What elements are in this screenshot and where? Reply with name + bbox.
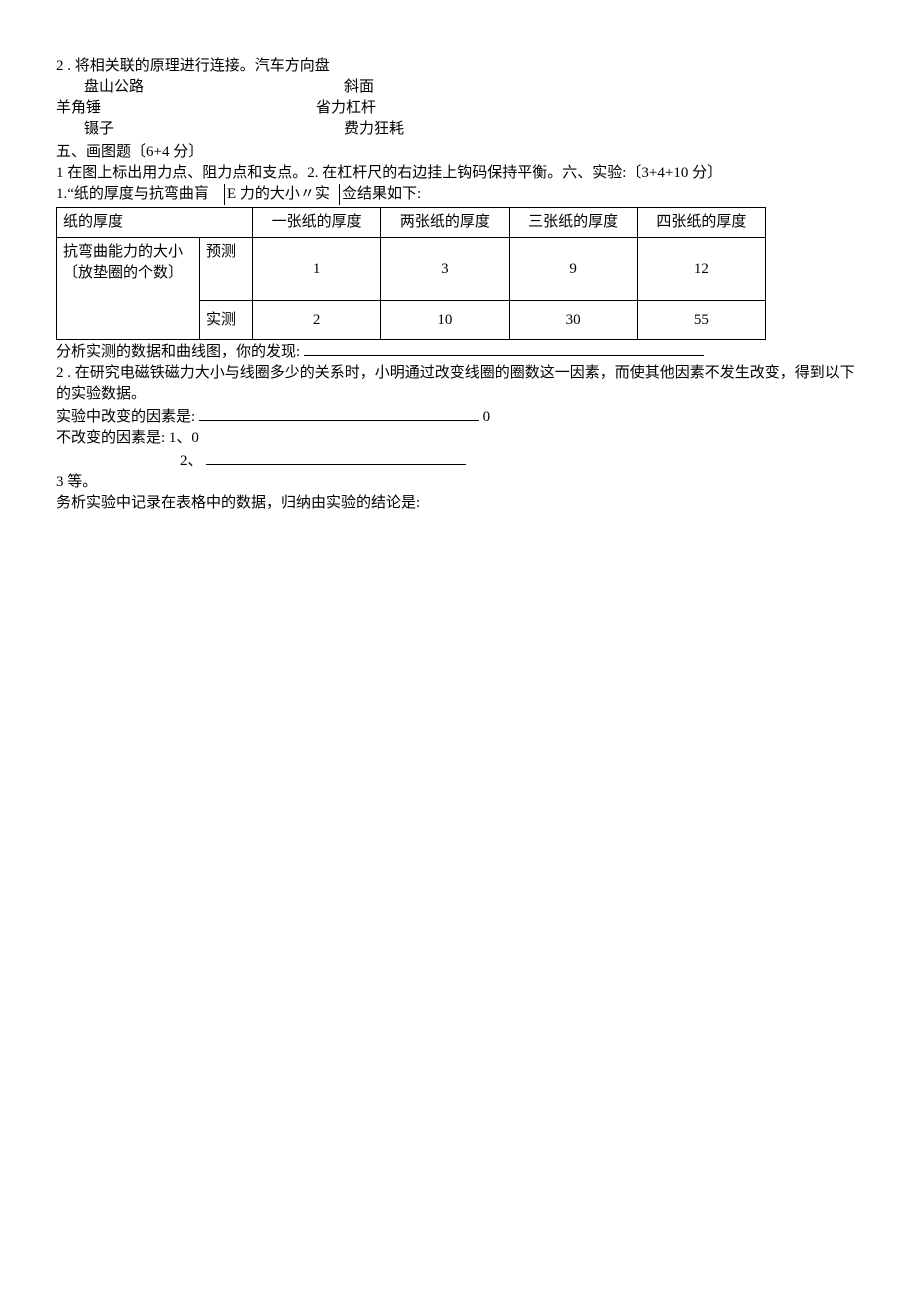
line-3: 3 等。 — [56, 472, 864, 493]
intro-part-c: 佥结果如下: — [340, 184, 421, 205]
table-row: 抗弯曲能力的大小〔放垫圈的个数〕 预测 1 3 9 12 — [57, 238, 766, 301]
section-5-q1: 1 在图上标出用力点、阻力点和支点。2. 在杠杆尺的右边挂上钩码保持平衡。六、实… — [56, 163, 864, 184]
data-cell: 10 — [381, 301, 509, 340]
experiment-1-intro: 1.“纸的厚度与抗弯曲肓 E 力的大小〃实 佥结果如下: — [56, 184, 864, 205]
data-cell: 1 — [253, 238, 381, 301]
section-5-title: 五、画图题〔6+4 分〕 — [56, 142, 864, 163]
pair-row: 羊角锤 省力杠杆 — [56, 98, 864, 119]
pair-left: 羊角锤 — [56, 98, 316, 119]
unchanged-factor-line: 不改变的因素是: 1、0 — [56, 428, 864, 449]
data-cell: 55 — [637, 301, 765, 340]
blank-line[interactable] — [206, 449, 466, 465]
analysis-line: 分析实测的数据和曲线图，你的发现: — [56, 340, 864, 363]
conclusion-line: 务析实验中记录在表格中的数据，归纳由实验的结论是: — [56, 493, 864, 514]
blank-line[interactable] — [199, 405, 479, 421]
question-2-intro: 2 . 将相关联的原理进行连接。汽车方向盘 — [56, 56, 864, 77]
data-cell: 3 — [381, 238, 509, 301]
header-cell: 一张纸的厚度 — [253, 208, 381, 238]
pair-left: 镊子 — [56, 119, 344, 140]
predict-label-cell: 预测 — [200, 238, 253, 301]
pair-left: 盘山公路 — [56, 77, 344, 98]
header-cell: 四张纸的厚度 — [637, 208, 765, 238]
pair-row: 盘山公路 斜面 — [56, 77, 864, 98]
changed-tail: 0 — [483, 409, 491, 425]
blank-line[interactable] — [304, 340, 704, 356]
changed-factor-line: 实验中改变的因素是: 0 — [56, 405, 864, 428]
unchanged-2-label: 2、 — [180, 453, 203, 469]
table-header-row: 纸的厚度 一张纸的厚度 两张纸的厚度 三张纸的厚度 四张纸的厚度 — [57, 208, 766, 238]
header-cell: 三张纸的厚度 — [509, 208, 637, 238]
pair-right: 斜面 — [344, 77, 374, 98]
unchanged-factor-2-line: 2、 — [56, 449, 864, 472]
analysis-label: 分析实测的数据和曲线图，你的发现: — [56, 344, 300, 360]
data-table: 纸的厚度 一张纸的厚度 两张纸的厚度 三张纸的厚度 四张纸的厚度 抗弯曲能力的大… — [56, 207, 766, 340]
intro-part-b: E 力的大小〃实 — [224, 184, 340, 205]
header-cell: 纸的厚度 — [57, 208, 253, 238]
pair-right: 费力狂耗 — [344, 119, 404, 140]
measure-label-cell: 实测 — [200, 301, 253, 340]
experiment-2-intro: 2 . 在研究电磁铁磁力大小与线圈多少的关系时，小明通过改变线圈的圈数这一因素，… — [56, 363, 864, 405]
data-cell: 30 — [509, 301, 637, 340]
header-cell: 两张纸的厚度 — [381, 208, 509, 238]
row-label-cell: 抗弯曲能力的大小〔放垫圈的个数〕 — [57, 238, 200, 340]
pair-right: 省力杠杆 — [316, 98, 376, 119]
data-cell: 12 — [637, 238, 765, 301]
intro-part-a: 1.“纸的厚度与抗弯曲肓 — [56, 184, 224, 205]
changed-label: 实验中改变的因素是: — [56, 409, 195, 425]
pair-row: 镊子 费力狂耗 — [56, 119, 864, 140]
data-cell: 9 — [509, 238, 637, 301]
data-cell: 2 — [253, 301, 381, 340]
